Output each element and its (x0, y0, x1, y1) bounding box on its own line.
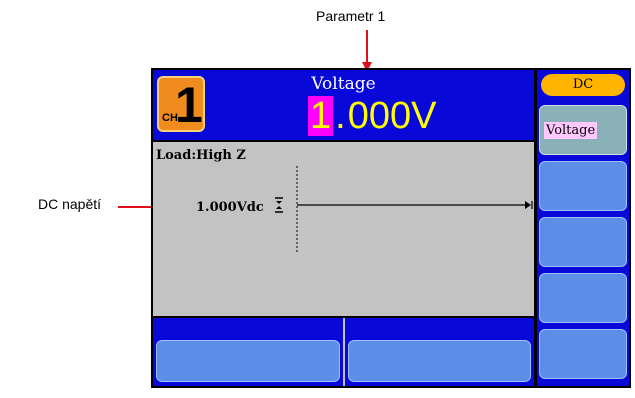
arrow-down-parameter (362, 30, 372, 72)
instrument-screen: CH 1 Voltage 1.000V Load:High Z 1.000Vdc (151, 68, 631, 388)
bottom-softkey-2[interactable] (348, 340, 531, 382)
waveform-graph (275, 166, 533, 254)
waveform-area: Load:High Z 1.000Vdc (153, 142, 534, 316)
softkey-2[interactable] (539, 161, 627, 211)
menu-title-dc: DC (541, 74, 625, 96)
digit-cursor[interactable]: 1 (308, 96, 334, 136)
softkey-3[interactable] (539, 217, 627, 267)
header-bar: CH 1 Voltage 1.000V (153, 70, 534, 140)
value-digits: 000V (347, 95, 437, 137)
bottom-menu-slot-2 (345, 318, 534, 386)
trigger-marker-icon (525, 201, 531, 209)
softkey-voltage[interactable]: Voltage (539, 105, 627, 155)
softkey-4[interactable] (539, 273, 627, 323)
offset-marker-icon (275, 197, 283, 213)
parameter-name: Voltage (311, 74, 376, 94)
bottom-softkey-1[interactable] (156, 340, 340, 382)
softkey-5[interactable] (539, 329, 627, 379)
bottom-menu (153, 318, 534, 386)
side-menu: DC Voltage (537, 70, 629, 386)
bottom-menu-slot-1 (153, 318, 345, 386)
value-decimal-point: . (335, 95, 346, 137)
parameter-value[interactable]: 1.000V (308, 96, 436, 136)
softkey-voltage-label: Voltage (544, 122, 598, 139)
